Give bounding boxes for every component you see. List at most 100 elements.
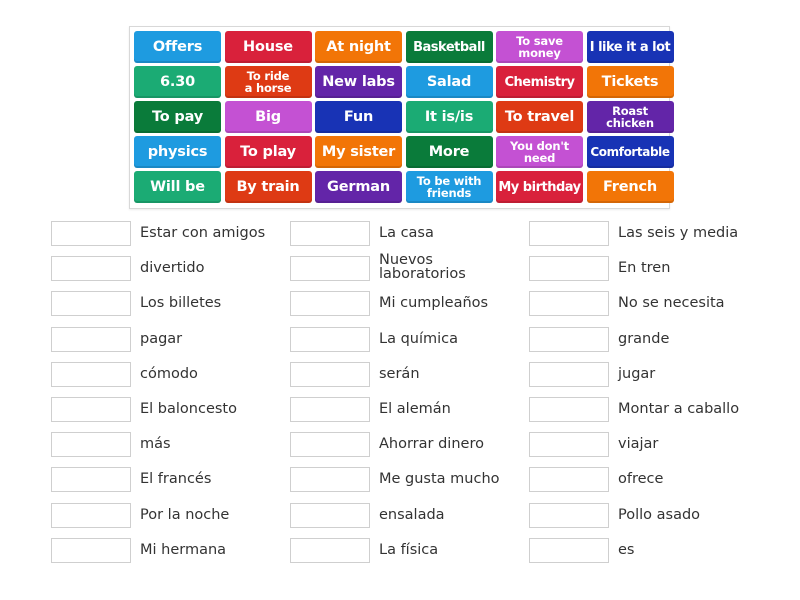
match-row: viajar (529, 432, 739, 467)
match-prompt: Por la noche (140, 506, 230, 523)
match-row: Los billetes (51, 291, 265, 326)
answer-tile[interactable]: Will be (134, 171, 221, 203)
drop-target[interactable] (290, 291, 370, 317)
drop-target[interactable] (529, 467, 609, 493)
drop-target[interactable] (290, 537, 370, 563)
answer-tile[interactable]: My birthday (496, 171, 583, 203)
match-prompt: serán (379, 365, 420, 382)
answer-tile[interactable]: I like it a lot (586, 31, 674, 63)
answer-tile[interactable]: By train (224, 171, 312, 203)
drop-target[interactable] (51, 467, 131, 493)
match-row: es (529, 537, 739, 573)
drop-target[interactable] (290, 502, 370, 528)
match-prompt: No se necesita (618, 295, 725, 312)
match-row: Estar con amigos (51, 221, 265, 256)
answer-tile[interactable]: At night (315, 31, 402, 63)
match-row: Me gusta mucho (290, 467, 500, 502)
match-column-1: Estar con amigos divertido Los billetes pag… (51, 221, 265, 573)
answer-tile[interactable]: Roast chicken (586, 101, 674, 133)
match-row: La física (290, 537, 500, 573)
match-row: más (51, 432, 265, 467)
drop-target[interactable] (529, 502, 609, 528)
answer-tile[interactable]: To ride a horse (224, 66, 312, 98)
answer-tile[interactable]: Fun (315, 101, 402, 133)
drop-target[interactable] (51, 256, 131, 282)
answer-tile[interactable]: German (315, 171, 402, 203)
answer-tile[interactable]: To play (224, 136, 312, 168)
drop-target[interactable] (529, 537, 609, 563)
drop-target[interactable] (290, 467, 370, 493)
answer-tile[interactable]: To be with friends (405, 171, 493, 203)
match-row: divertido (51, 256, 265, 291)
drop-target[interactable] (529, 396, 609, 422)
answer-tile[interactable]: physics (134, 136, 221, 168)
answer-tile[interactable]: Offers (134, 31, 221, 63)
match-prompt: más (140, 436, 171, 453)
answer-tile[interactable]: To pay (134, 101, 221, 133)
drop-target[interactable] (51, 326, 131, 352)
drop-target[interactable] (51, 502, 131, 528)
drop-target[interactable] (290, 396, 370, 422)
match-column-2: La casa Nuevos laboratorios Mi cumpleaños L… (290, 221, 500, 573)
tile-grid: Offers House At night Basketball To save mon… (134, 31, 674, 203)
answer-tile[interactable]: House (224, 31, 312, 63)
drop-target[interactable] (51, 537, 131, 563)
match-row: Montar a caballo (529, 396, 740, 432)
answer-tile[interactable]: 6.30 (134, 66, 221, 98)
match-prompt: Me gusta mucho (379, 471, 500, 488)
drop-target[interactable] (290, 361, 370, 387)
match-row: Mi hermana (51, 537, 265, 573)
answer-tile[interactable]: It is/is (405, 101, 493, 133)
answer-tile[interactable]: To save money (496, 31, 583, 63)
match-prompt: La física (379, 541, 439, 558)
match-up-activity: Offers House At night Basketball To save mon… (0, 0, 800, 600)
match-prompt: El baloncesto (140, 400, 237, 417)
answer-tile[interactable]: French (586, 171, 674, 203)
drop-target[interactable] (51, 221, 131, 246)
drop-target[interactable] (290, 326, 370, 352)
match-prompt: pagar (140, 330, 183, 347)
match-prompt: Montar a caballo (618, 400, 740, 417)
match-prompt: Los billetes (140, 295, 222, 312)
drop-target[interactable] (51, 432, 131, 458)
drop-target[interactable] (529, 256, 609, 282)
answer-tile[interactable]: Chemistry (496, 66, 583, 98)
drop-target[interactable] (529, 361, 609, 387)
drop-target[interactable] (529, 221, 609, 246)
match-row: Mi cumpleaños (290, 291, 500, 326)
drop-target[interactable] (529, 291, 609, 317)
match-row: El alemán (290, 396, 500, 432)
answer-tile[interactable]: Basketball (405, 31, 493, 63)
drop-target[interactable] (290, 432, 370, 458)
match-prompt: La casa (379, 225, 434, 241)
drop-target[interactable] (529, 432, 609, 458)
drop-target[interactable] (290, 221, 370, 246)
answer-tile[interactable]: More (405, 136, 493, 168)
answer-tile[interactable]: To travel (496, 101, 583, 133)
answer-tile[interactable]: You don't need (496, 136, 583, 168)
answer-tile[interactable]: Big (224, 101, 312, 133)
match-prompt: viajar (618, 436, 659, 453)
answer-tile[interactable]: Comfortable (586, 136, 674, 168)
match-prompt: ensalada (379, 506, 445, 523)
drop-target[interactable] (290, 256, 370, 282)
match-row: En tren (529, 256, 739, 291)
answer-tile[interactable]: My sister (315, 136, 402, 168)
match-prompt: cómodo (140, 365, 198, 382)
match-prompt: Mi hermana (140, 541, 227, 558)
drop-target[interactable] (51, 291, 131, 317)
answer-tile[interactable]: Salad (405, 66, 493, 98)
drop-target[interactable] (51, 396, 131, 422)
answer-tile[interactable]: New labs (315, 66, 402, 98)
match-prompt: La química (379, 330, 459, 347)
drop-target[interactable] (529, 326, 609, 352)
match-row: Nuevos laboratorios (290, 252, 500, 291)
match-row: ofrece (529, 467, 739, 502)
answer-tile[interactable]: Tickets (586, 66, 674, 98)
drop-target[interactable] (51, 361, 131, 387)
match-prompt: Nuevos laboratorios (379, 252, 466, 283)
match-row: El baloncesto (51, 396, 265, 432)
match-row: Pollo asado (529, 502, 739, 538)
match-row: jugar (529, 361, 739, 397)
match-row: Las seis y media (529, 221, 739, 256)
